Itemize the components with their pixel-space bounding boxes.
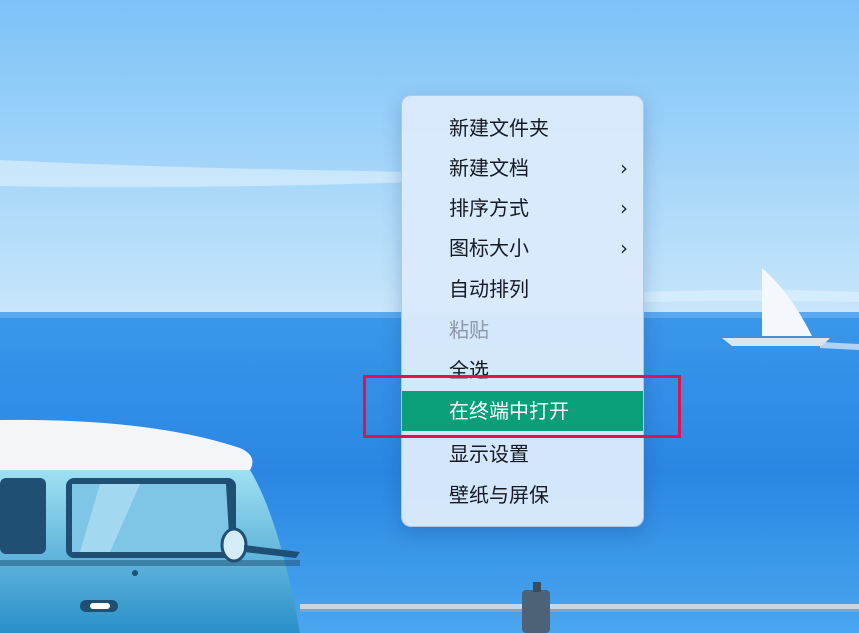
menu-item-open-in-terminal[interactable]: 在终端中打开 <box>402 391 643 431</box>
menu-item-sort-by[interactable]: 排序方式 › <box>402 189 643 227</box>
chevron-right-icon: › <box>620 156 628 180</box>
menu-item-auto-arrange[interactable]: 自动排列 <box>402 270 643 308</box>
menu-item-new-document[interactable]: 新建文档 › <box>402 149 643 187</box>
menu-item-label: 新建文档 <box>449 156 529 180</box>
menu-item-select-all[interactable]: 全选 <box>402 351 643 389</box>
menu-item-icon-size[interactable]: 图标大小 › <box>402 229 643 267</box>
menu-item-paste: 粘贴 <box>402 311 643 349</box>
menu-item-label: 图标大小 <box>449 236 529 260</box>
desktop-context-menu: 新建文件夹 新建文档 › 排序方式 › 图标大小 › 自动排列 粘贴 全选 在终… <box>401 95 644 527</box>
menu-item-new-folder[interactable]: 新建文件夹 <box>402 109 643 147</box>
menu-item-label: 壁纸与屏保 <box>449 483 549 507</box>
menu-item-label: 显示设置 <box>449 442 529 466</box>
menu-item-label: 全选 <box>449 358 489 382</box>
menu-item-label: 在终端中打开 <box>449 399 569 423</box>
menu-item-label: 自动排列 <box>449 277 529 301</box>
chevron-right-icon: › <box>620 236 628 260</box>
menu-item-label: 粘贴 <box>449 318 489 342</box>
menu-item-label: 新建文件夹 <box>449 116 549 140</box>
chevron-right-icon: › <box>620 196 628 220</box>
menu-item-wallpaper-screensaver[interactable]: 壁纸与屏保 <box>402 476 643 514</box>
menu-item-label: 排序方式 <box>449 196 529 220</box>
menu-item-display-settings[interactable]: 显示设置 <box>402 435 643 473</box>
